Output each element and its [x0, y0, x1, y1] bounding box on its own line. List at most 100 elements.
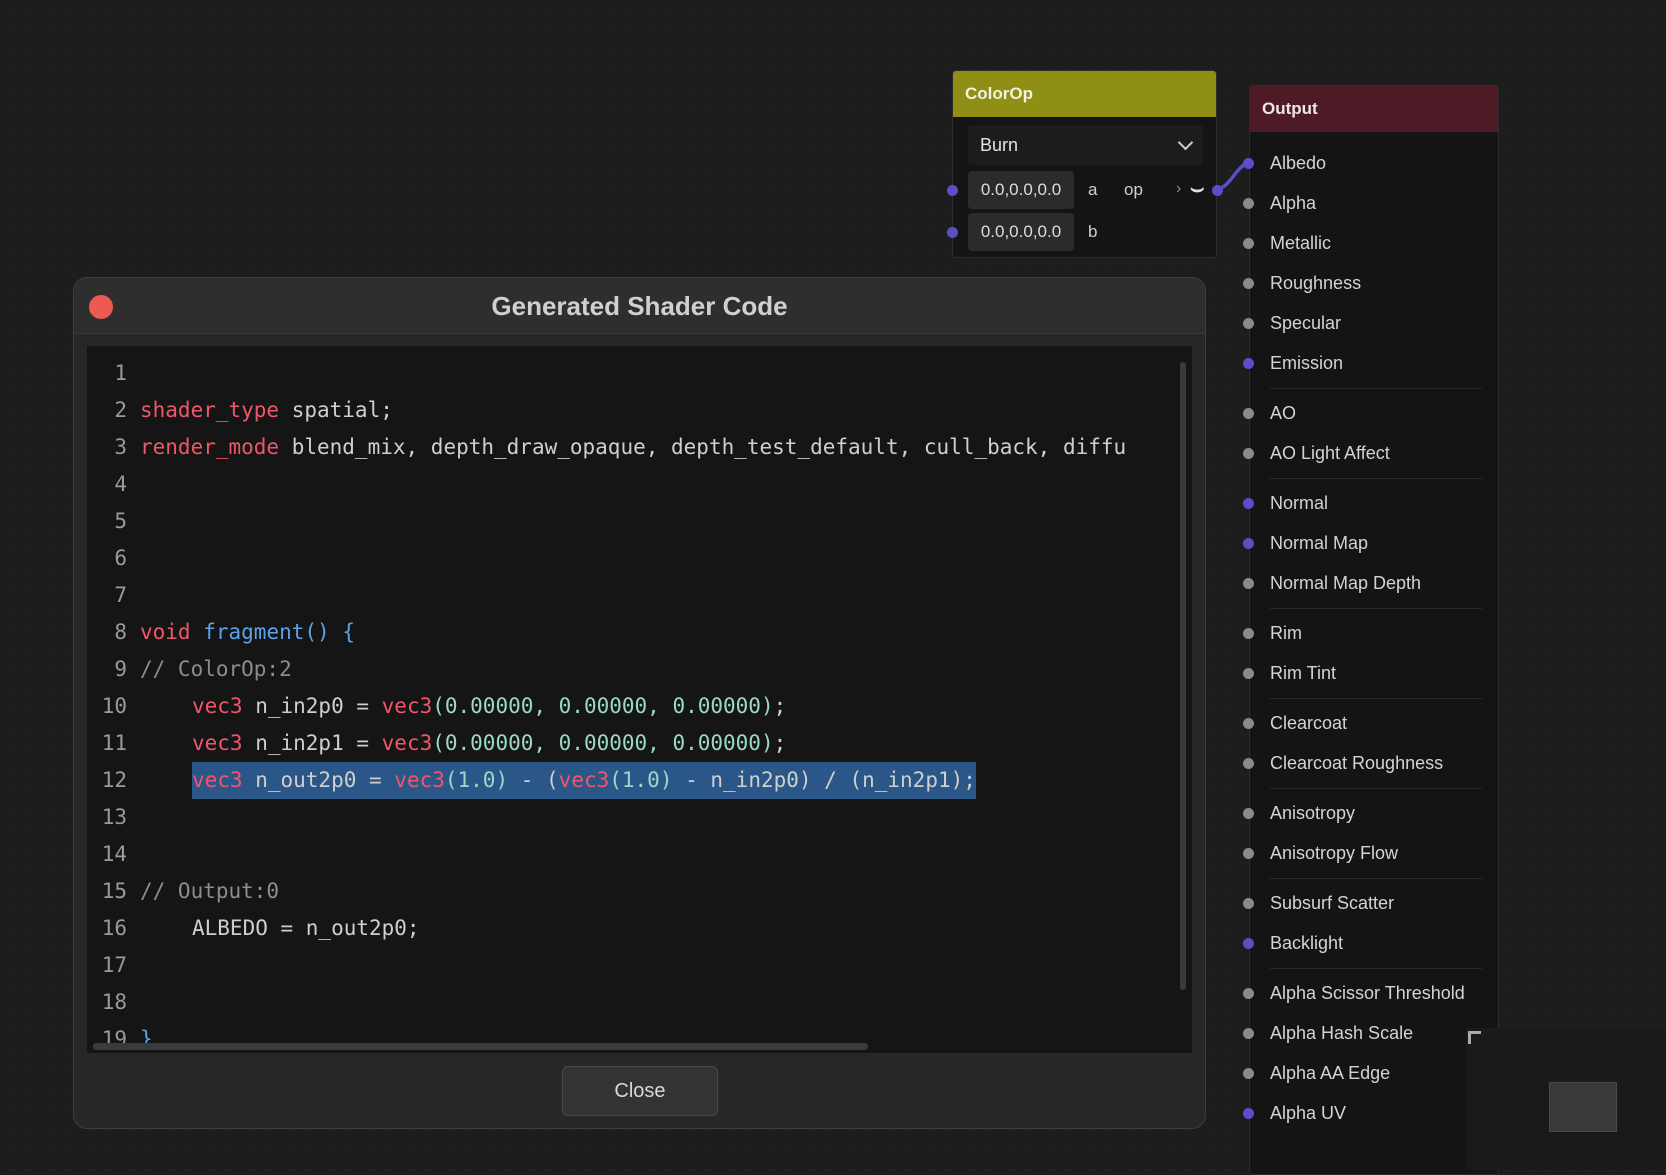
- chevron-down-icon: [1177, 134, 1194, 151]
- code-line-9[interactable]: vec3 n_in2p0 = vec3(0.00000, 0.00000, 0.…: [87, 651, 786, 718]
- output-input-port[interactable]: [1243, 408, 1254, 419]
- output-input-port[interactable]: [1243, 158, 1254, 169]
- vertical-scrollbar[interactable]: [1180, 362, 1186, 990]
- output-port-row[interactable]: Roughness: [1243, 268, 1500, 298]
- output-input-port[interactable]: [1243, 578, 1254, 589]
- output-port-row[interactable]: Backlight: [1243, 928, 1500, 958]
- output-input-port[interactable]: [1243, 318, 1254, 329]
- output-port-row[interactable]: AO: [1243, 398, 1500, 428]
- colorop-node[interactable]: ColorOp Burn 0.0,0.0,0.0 a op › ⌣ 0.0,0.…: [947, 70, 1223, 258]
- output-port-row[interactable]: Alpha UV: [1243, 1098, 1500, 1128]
- output-port-row[interactable]: Rim: [1243, 618, 1500, 648]
- output-input-port[interactable]: [1243, 238, 1254, 249]
- code-token: blend_mix, depth_draw_opaque, depth_test…: [279, 435, 1127, 459]
- section-divider: [1270, 478, 1482, 479]
- code-line-2[interactable]: render_mode blend_mix, depth_draw_opaque…: [87, 392, 1126, 459]
- input-b-port[interactable]: [947, 227, 958, 238]
- code-line-1[interactable]: shader_type spatial;: [87, 355, 393, 422]
- output-op-label: op: [1124, 180, 1143, 199]
- code-token: (1.0): [444, 768, 509, 792]
- output-port-row[interactable]: Normal: [1243, 488, 1500, 518]
- code-token: (1.0): [609, 768, 673, 792]
- output-port-label: Specular: [1270, 313, 1342, 333]
- resize-handle[interactable]: [1468, 1031, 1481, 1044]
- output-input-port[interactable]: [1243, 1108, 1254, 1119]
- input-a-field[interactable]: 0.0,0.0,0.0: [968, 171, 1074, 209]
- code-token: (0.00000, 0.00000, 0.00000): [432, 694, 774, 718]
- output-port-label: Alpha Scissor Threshold: [1270, 983, 1465, 1003]
- code-line-10[interactable]: vec3 n_in2p1 = vec3(0.00000, 0.00000, 0.…: [87, 688, 786, 755]
- output-input-port[interactable]: [1243, 448, 1254, 459]
- output-input-port[interactable]: [1243, 668, 1254, 679]
- code-token: spatial;: [279, 398, 393, 422]
- output-port-label: Clearcoat Roughness: [1270, 753, 1444, 773]
- output-port-label: Backlight: [1270, 933, 1344, 953]
- input-row-b: 0.0,0.0,0.0 b: [968, 213, 1203, 251]
- code-token: vec3: [381, 731, 433, 755]
- output-input-port[interactable]: [1243, 1028, 1254, 1039]
- output-port-row[interactable]: Metallic: [1243, 228, 1500, 258]
- output-input-port[interactable]: [1243, 538, 1254, 549]
- code-token: ;: [773, 731, 787, 755]
- output-node-header[interactable]: Output: [1250, 86, 1498, 132]
- output-port-row[interactable]: AO Light Affect: [1243, 438, 1500, 468]
- output-port-row[interactable]: Emission: [1243, 348, 1500, 378]
- output-port-label: Rim: [1270, 623, 1302, 643]
- close-button[interactable]: Close: [562, 1066, 718, 1116]
- section-divider: [1270, 388, 1482, 389]
- code-token: vec3: [192, 731, 243, 755]
- output-port-row[interactable]: Alpha: [1243, 188, 1500, 218]
- output-port-row[interactable]: Alpha Scissor Threshold: [1243, 978, 1500, 1008]
- output-port-row[interactable]: Clearcoat Roughness: [1243, 748, 1500, 778]
- code-editor[interactable]: 1 2 3 4 5 6 7 8 9 10 11 12 13 14 15 16 17 18 19 shader_typ…: [87, 346, 1192, 1053]
- code-line-18[interactable]: }: [87, 984, 163, 1051]
- output-input-port[interactable]: [1243, 198, 1254, 209]
- output-input-port[interactable]: [1243, 758, 1254, 769]
- output-port-row[interactable]: Alpha AA Edge: [1243, 1058, 1500, 1088]
- output-port-row[interactable]: Normal Map Depth: [1243, 568, 1500, 598]
- code-token: (0.00000, 0.00000, 0.00000): [432, 731, 774, 755]
- output-input-port[interactable]: [1243, 848, 1254, 859]
- input-row-a: 0.0,0.0,0.0 a op › ⌣: [968, 171, 1204, 209]
- code-line-14[interactable]: // Output:0: [87, 836, 279, 903]
- output-input-port[interactable]: [1243, 988, 1254, 999]
- output-port-row[interactable]: Normal Map: [1243, 528, 1500, 558]
- output-port-row[interactable]: Clearcoat: [1243, 708, 1500, 738]
- output-input-port[interactable]: [1243, 718, 1254, 729]
- colorop-node-header[interactable]: ColorOp: [953, 71, 1216, 117]
- output-input-port[interactable]: [1243, 938, 1254, 949]
- input-b-field[interactable]: 0.0,0.0,0.0: [968, 213, 1074, 251]
- horizontal-scrollbar[interactable]: [93, 1043, 868, 1050]
- code-line-8[interactable]: // ColorOp:2: [87, 614, 292, 681]
- output-node[interactable]: Output Albedo Alpha Metallic Roughness Specu…: [1243, 85, 1500, 1175]
- output-input-port[interactable]: [1243, 808, 1254, 819]
- selected-code[interactable]: vec3 n_out2p0 = vec3(1.0) - (vec3(1.0) -…: [192, 762, 976, 799]
- output-input-port[interactable]: [1243, 498, 1254, 509]
- output-port-row[interactable]: Albedo: [1243, 148, 1500, 178]
- code-line-15[interactable]: ALBEDO = n_out2p0;: [87, 873, 420, 940]
- output-port-row[interactable]: Rim Tint: [1243, 658, 1500, 688]
- code-line-11[interactable]: vec3 n_out2p0 = vec3(1.0) - (vec3(1.0) -…: [87, 725, 976, 799]
- operation-select[interactable]: Burn: [968, 125, 1203, 165]
- output-port-row[interactable]: Alpha Hash Scale: [1243, 1018, 1500, 1048]
- output-input-port[interactable]: [1243, 278, 1254, 289]
- section-divider: [1270, 968, 1482, 969]
- output-port-row[interactable]: Specular: [1243, 308, 1500, 338]
- output-input-port[interactable]: [1243, 1068, 1254, 1079]
- code-line-7[interactable]: void fragment() {: [87, 577, 355, 644]
- output-port-row[interactable]: Anisotropy Flow: [1243, 838, 1500, 868]
- code-token: render_mode: [140, 435, 280, 459]
- preview-thumbnail[interactable]: [1549, 1082, 1617, 1132]
- code-token: vec3: [381, 694, 433, 718]
- input-a-port[interactable]: [947, 185, 958, 196]
- output-input-port[interactable]: [1243, 898, 1254, 909]
- dialog-title: Generated Shader Code: [491, 291, 788, 321]
- output-input-port[interactable]: [1243, 358, 1254, 369]
- output-port-label: Clearcoat: [1270, 713, 1348, 733]
- output-input-port[interactable]: [1243, 628, 1254, 639]
- output-port-row[interactable]: Anisotropy: [1243, 798, 1500, 828]
- output-node-title: Output: [1262, 99, 1318, 118]
- code-token: vec3: [192, 768, 243, 792]
- output-port-row[interactable]: Subsurf Scatter: [1243, 888, 1500, 918]
- output-preview-icon[interactable]: ⌣: [1190, 175, 1204, 201]
